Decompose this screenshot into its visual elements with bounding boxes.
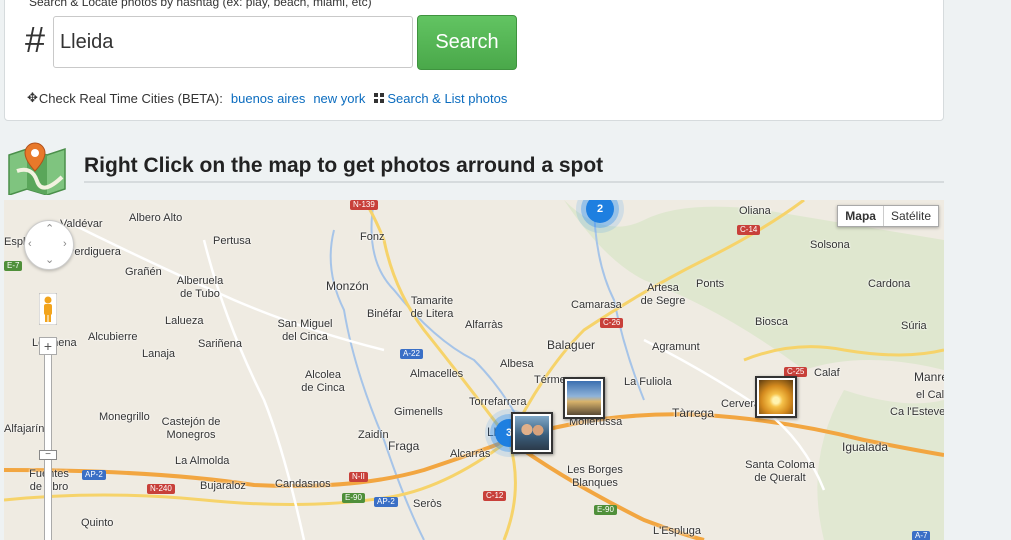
city-link-buenos-aires[interactable]: buenos aires	[231, 91, 305, 106]
move-icon: ✥	[27, 90, 38, 105]
road-shield: E-7	[4, 261, 23, 271]
map-label: Ca l'Esteve	[890, 406, 944, 418]
pan-control[interactable]: ⌃ ‹ › ⌄	[24, 220, 74, 270]
map-label: Les Borges Blanques	[567, 464, 623, 489]
map-label: Cardona	[868, 278, 911, 290]
map-label: Igualada	[842, 440, 889, 454]
search-panel: Search & Locate photos by hashtag (ex: p…	[4, 0, 944, 121]
map-label: Perdiguera	[67, 246, 121, 258]
photo-marker-selfie[interactable]	[511, 412, 553, 454]
map-label: Alcolea de Cinca	[301, 369, 345, 394]
map-label: Manresa	[914, 370, 944, 384]
map-label: Artesa de Segre	[640, 282, 686, 307]
map-label: Alberuela de Tubo	[176, 275, 224, 300]
map-pin-icon	[8, 142, 66, 195]
map-label: Seròs	[413, 498, 442, 510]
search-list-photos-link[interactable]: Search & List photos	[387, 91, 507, 106]
map-label: Camarasa	[571, 299, 622, 311]
road-shield: A-22	[400, 349, 423, 359]
road-shield: N-240	[147, 484, 175, 494]
road-shield: E-90	[594, 505, 617, 515]
map-label: Oliana	[739, 205, 771, 217]
zoom-slider-track[interactable]	[44, 344, 52, 540]
map-label: Quinto	[81, 517, 114, 529]
map-label: Almacelles	[410, 368, 464, 380]
map-label: Santa Coloma de Queralt	[745, 459, 815, 484]
pan-right-icon[interactable]: ›	[63, 238, 67, 250]
photo-thumbnail	[567, 381, 601, 415]
cities-label: Check Real Time Cities (BETA):	[38, 90, 223, 106]
map-label: Albero Alto	[129, 212, 183, 224]
road-shield: C-12	[483, 491, 507, 501]
map-type-satellite-button[interactable]: Satélite	[883, 206, 938, 226]
map-label: La Almolda	[175, 455, 230, 467]
map-label: L'Espluga	[653, 525, 701, 537]
street-view-pegman-icon[interactable]	[39, 293, 57, 325]
pan-up-icon[interactable]: ⌃	[45, 222, 54, 235]
section-title: Right Click on the map to get photos arr…	[84, 154, 604, 177]
map-label: Agramunt	[652, 341, 700, 353]
grid-icon	[374, 93, 385, 103]
map-label: Candasnos	[275, 478, 331, 490]
map-label: San Miguel del Cinca	[277, 318, 333, 343]
map-label: Pertusa	[213, 235, 251, 247]
map-label: Ponts	[696, 278, 725, 290]
road-shield: AP-2	[374, 497, 398, 507]
road-shield: N-139	[350, 200, 378, 210]
map-label: Sariñena	[198, 338, 243, 350]
road-shield: C-14	[737, 225, 761, 235]
road-shield: C-26	[600, 318, 624, 328]
title-divider	[84, 181, 944, 183]
map-label: Albesa	[500, 358, 534, 370]
map-label: Biosca	[755, 316, 789, 328]
map-label: Calaf	[814, 367, 840, 379]
hashtag-icon: #	[25, 19, 46, 60]
photo-thumbnail	[759, 380, 793, 414]
real-time-cities: ✥ Check Real Time Cities (BETA): buenos …	[27, 90, 507, 106]
zoom-slider-handle[interactable]: −	[39, 450, 57, 460]
map-type-control: Mapa Satélite	[837, 205, 939, 227]
city-link-new-york[interactable]: new york	[313, 91, 365, 106]
map-label: Lalueza	[165, 315, 204, 327]
map-label: Solsona	[810, 239, 850, 251]
map-label: Monegrillo	[99, 411, 150, 423]
road-shield: N-II	[349, 472, 368, 482]
map-label: Fraga	[388, 439, 420, 453]
map-label: Tàrrega	[672, 406, 715, 420]
map-label: Monzón	[326, 279, 369, 293]
map-label: Bujaraloz	[200, 480, 246, 492]
photo-marker-sunset[interactable]	[755, 376, 797, 418]
road-shield: E-90	[342, 493, 365, 503]
pan-down-icon[interactable]: ⌄	[45, 253, 54, 266]
map-label: el Calvet	[916, 389, 944, 401]
zoom-in-button[interactable]: +	[39, 337, 57, 355]
hashtag-search-input[interactable]	[53, 16, 413, 68]
map-label: Alfarràs	[465, 319, 503, 331]
map-label: Súria	[901, 320, 927, 332]
map-label: Balaguer	[547, 338, 596, 352]
map-label: Alcubierre	[88, 331, 138, 343]
map-label: Grañén	[125, 266, 162, 278]
map-label: La Fuliola	[624, 376, 672, 388]
photo-marker-pier[interactable]	[563, 377, 605, 419]
photo-thumbnail	[515, 416, 549, 450]
map-label: Binéfar	[367, 308, 402, 320]
search-hint: Search & Locate photos by hashtag (ex: p…	[29, 0, 372, 9]
road-shield: A-7	[912, 531, 931, 540]
map-label: Alcarràs	[450, 448, 491, 460]
map-label: Fonz	[360, 231, 385, 243]
map-label: Lanaja	[142, 348, 176, 360]
map-label: Tamarite de Litera	[410, 295, 454, 320]
map-label: Alfajarín	[4, 423, 45, 435]
photo-map[interactable]: Albero Alto Pertusa Fonz Oliana Solsona …	[4, 200, 944, 540]
pan-left-icon[interactable]: ‹	[28, 238, 32, 250]
search-button[interactable]: Search	[417, 15, 517, 70]
map-label: Castejón de Monegros	[161, 416, 221, 441]
map-label: Torrefarrera	[469, 396, 527, 408]
map-type-mapa-button[interactable]: Mapa	[838, 206, 884, 226]
road-shield: AP-2	[82, 470, 106, 480]
map-label: Zaidín	[358, 429, 389, 441]
map-label: Gimenells	[394, 406, 443, 418]
